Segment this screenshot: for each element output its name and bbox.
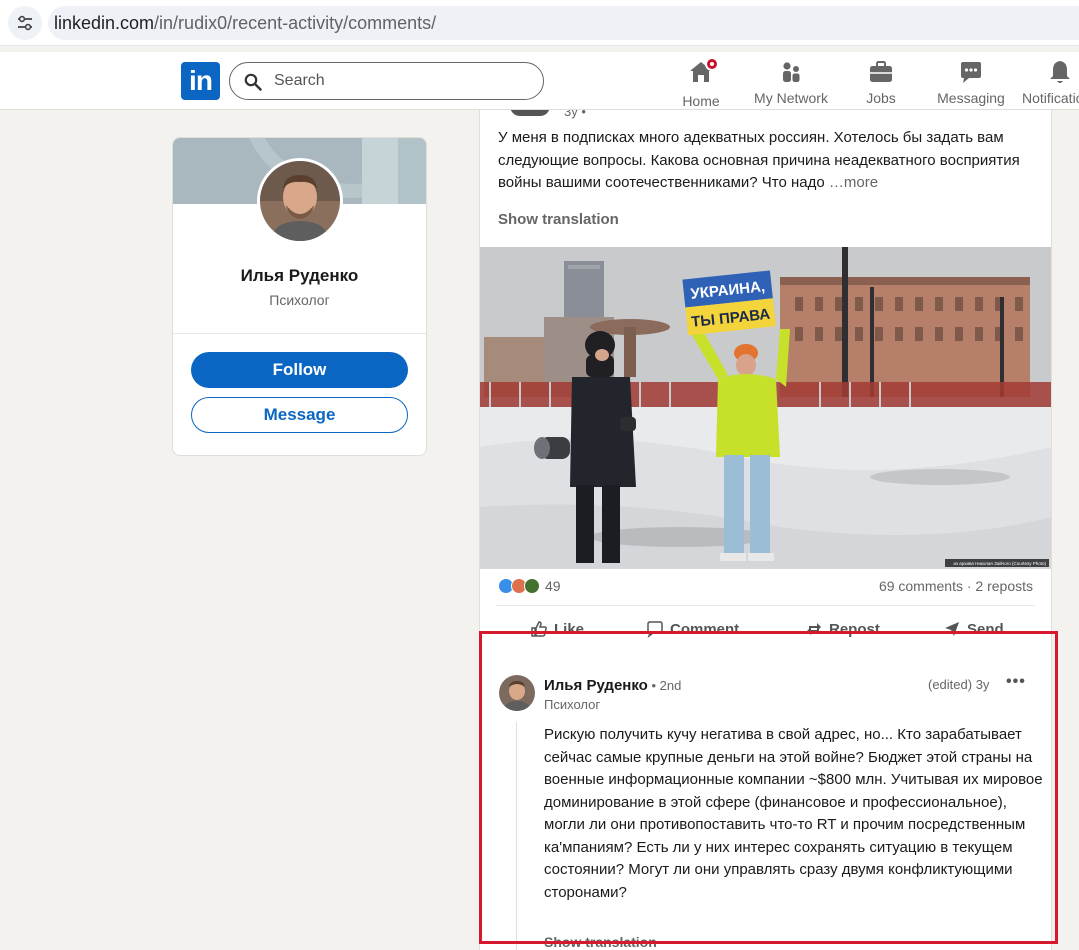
briefcase-icon bbox=[870, 61, 892, 82]
follow-button[interactable]: Follow bbox=[191, 352, 408, 388]
nav-notifications-label: Notifications bbox=[1022, 90, 1079, 106]
url-path: /in/rudix0/recent-activity/comments/ bbox=[154, 13, 437, 33]
nav-jobs[interactable]: Jobs bbox=[860, 58, 902, 108]
nav-my-network-label: My Network bbox=[754, 90, 828, 106]
reaction-count: 49 bbox=[545, 578, 561, 594]
url-field[interactable]: linkedin.com/in/rudix0/recent-activity/c… bbox=[48, 6, 1079, 40]
search-icon bbox=[244, 73, 262, 91]
url-host: linkedin.com bbox=[54, 13, 155, 33]
nav-home-label: Home bbox=[682, 93, 720, 109]
post-stats[interactable]: 69 comments · 2 reposts bbox=[879, 578, 1033, 594]
post-image[interactable]: УКРАИНА, ТЫ ПРАВА из архива Николая Зайч… bbox=[480, 247, 1051, 569]
linkedin-logo[interactable]: in bbox=[181, 62, 220, 100]
reactions-summary[interactable]: 49 bbox=[498, 578, 561, 594]
profile-card: Илья Руденко Психолог Follow Message bbox=[172, 137, 427, 456]
insightful-reaction-icon bbox=[524, 578, 540, 594]
photo-caption: из архива Николая Зайчого (Courtesy Phot… bbox=[953, 560, 1046, 566]
notification-badge bbox=[705, 57, 719, 71]
post-author-avatar[interactable] bbox=[510, 110, 550, 116]
messaging-icon bbox=[961, 62, 981, 83]
nav-home[interactable]: Home bbox=[679, 57, 723, 109]
nav-notifications[interactable]: Notifications bbox=[1022, 58, 1079, 108]
nav-jobs-label: Jobs bbox=[866, 90, 896, 106]
divider bbox=[173, 333, 426, 334]
browser-address-bar: linkedin.com/in/rudix0/recent-activity/c… bbox=[0, 0, 1079, 46]
search-input[interactable] bbox=[274, 63, 534, 99]
profile-name[interactable]: Илья Руденко bbox=[173, 266, 426, 286]
avatar[interactable] bbox=[257, 158, 343, 244]
linkedin-navbar: in Home My Network Jobs bbox=[0, 52, 1079, 110]
network-icon bbox=[783, 62, 800, 82]
post-show-translation-link[interactable]: Show translation bbox=[498, 211, 619, 228]
url-text: linkedin.com/in/rudix0/recent-activity/c… bbox=[54, 13, 436, 34]
message-button[interactable]: Message bbox=[191, 397, 408, 433]
post-text: У меня в подписках много адекватных росс… bbox=[498, 129, 1020, 191]
search-box[interactable] bbox=[229, 62, 544, 100]
bell-icon bbox=[1050, 61, 1070, 83]
see-more-link[interactable]: …more bbox=[829, 174, 878, 191]
nav-messaging[interactable]: Messaging bbox=[937, 58, 1005, 108]
nav-my-network[interactable]: My Network bbox=[752, 58, 830, 108]
nav-messaging-label: Messaging bbox=[937, 90, 1005, 106]
post-meta: 3y • bbox=[564, 110, 586, 119]
divider bbox=[496, 605, 1035, 606]
post-body: У меня в подписках много адекватных росс… bbox=[498, 127, 1038, 195]
profile-headline: Психолог bbox=[269, 292, 330, 308]
site-info-icon[interactable] bbox=[8, 6, 42, 40]
highlight-annotation-box bbox=[479, 631, 1058, 944]
